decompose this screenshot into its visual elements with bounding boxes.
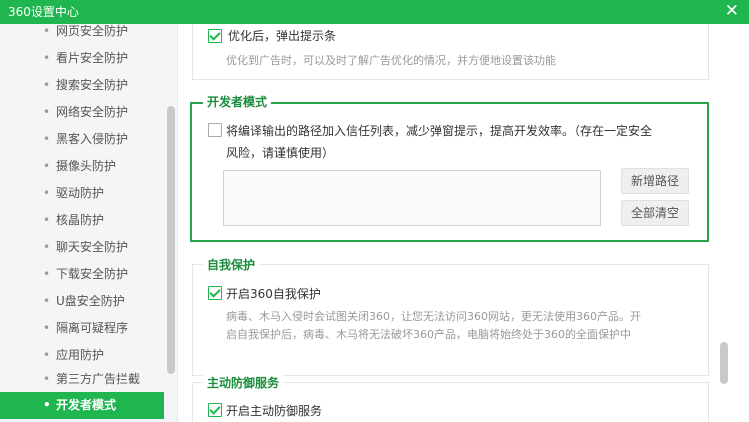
- sidebar-item-network-protection[interactable]: • 网络安全防护: [0, 99, 164, 126]
- sidebar: • 网页安全防护 • 看片安全防护 • 搜索安全防护 • 网络安全防护 • 黑客入侵防护 …: [0, 24, 178, 422]
- add-path-button[interactable]: 新增路径: [621, 168, 689, 194]
- sidebar-item-label: U盘安全防护: [56, 294, 125, 308]
- self-protect-checkbox[interactable]: [208, 286, 222, 300]
- sidebar-item-label: 网络安全防护: [56, 105, 129, 119]
- trusted-path-list[interactable]: [223, 170, 601, 226]
- trust-compile-path-label-cont: 风险，请谨慎使用）: [226, 146, 335, 160]
- bullet-icon: •: [43, 294, 51, 308]
- sidebar-item-label: 聊天安全防护: [56, 240, 129, 254]
- bullet-icon: •: [43, 372, 51, 386]
- sidebar-item-search-protection[interactable]: • 搜索安全防护: [0, 72, 164, 99]
- sidebar-item-label: 下载安全防护: [56, 267, 129, 281]
- self-protect-title: 自我保护: [203, 257, 260, 273]
- ad-prompt-label: 优化后，弹出提示条: [228, 29, 337, 43]
- active-defense-title: 主动防御服务: [203, 375, 284, 391]
- sidebar-item-developer-mode[interactable]: • 开发者模式: [0, 392, 164, 419]
- close-icon[interactable]: ✕: [725, 1, 739, 21]
- sidebar-item-label: 黑客入侵防护: [56, 132, 129, 146]
- bullet-icon: •: [43, 186, 51, 200]
- sidebar-item-hacker-protection[interactable]: • 黑客入侵防护: [0, 126, 164, 153]
- active-defense-checkbox[interactable]: [208, 403, 222, 417]
- developer-mode-title: 开发者模式: [203, 94, 272, 110]
- sidebar-scrollbar[interactable]: [167, 106, 175, 374]
- bullet-icon: •: [43, 348, 51, 362]
- sidebar-item-usb-protection[interactable]: • U盘安全防护: [0, 288, 164, 315]
- title-bar: 360设置中心 ✕: [0, 0, 749, 24]
- sidebar-item-web-protection[interactable]: • 网页安全防护: [0, 24, 164, 45]
- clear-all-button[interactable]: 全部清空: [621, 200, 689, 226]
- sidebar-item-label: 摄像头防护: [56, 159, 117, 173]
- sidebar-item-label: 网页安全防护: [56, 24, 129, 38]
- window-title: 360设置中心: [8, 5, 79, 19]
- sidebar-item-driver-protection[interactable]: • 驱动防护: [0, 180, 164, 207]
- sidebar-item-app-protection[interactable]: • 应用防护: [0, 342, 164, 369]
- settings-content: 优化后，弹出提示条 优化到广告时，可以及时了解广告优化的情况，并方便地设置该功能…: [179, 24, 749, 422]
- bullet-icon: •: [43, 51, 51, 65]
- sidebar-item-camera-protection[interactable]: • 摄像头防护: [0, 153, 164, 180]
- sidebar-item-label: 开发者模式: [56, 398, 117, 412]
- sidebar-item-ad-blocking[interactable]: • 第三方广告拦截: [0, 366, 164, 393]
- bullet-icon: •: [43, 105, 51, 119]
- active-defense-label: 开启主动防御服务: [226, 404, 323, 418]
- sidebar-item-core-crystal[interactable]: • 核晶防护: [0, 207, 164, 234]
- bullet-icon: •: [43, 267, 51, 281]
- sidebar-item-chat-protection[interactable]: • 聊天安全防护: [0, 234, 164, 261]
- sidebar-item-label: 搜索安全防护: [56, 78, 129, 92]
- sidebar-item-label: 第三方广告拦截: [56, 372, 141, 386]
- bullet-icon: •: [43, 159, 51, 173]
- ad-prompt-description: 优化到广告时，可以及时了解广告优化的情况，并方便地设置该功能: [226, 54, 556, 67]
- bullet-icon: •: [43, 240, 51, 254]
- sidebar-item-label: 应用防护: [56, 348, 105, 362]
- ad-prompt-checkbox[interactable]: [208, 29, 222, 43]
- sidebar-item-label: 核晶防护: [56, 213, 105, 227]
- bullet-icon: •: [43, 398, 51, 412]
- bullet-icon: •: [43, 321, 51, 335]
- self-protect-description: 病毒、木马入侵时会试图关闭360，让您无法访问360网站，更无法使用360产品。…: [226, 310, 641, 323]
- bullet-icon: •: [43, 78, 51, 92]
- bullet-icon: •: [43, 132, 51, 146]
- trust-compile-path-checkbox[interactable]: [208, 123, 222, 137]
- sidebar-item-label: 看片安全防护: [56, 51, 129, 65]
- self-protect-label: 开启360自我保护: [226, 287, 321, 301]
- bullet-icon: •: [43, 213, 51, 227]
- sidebar-item-label: 隔离可疑程序: [56, 321, 129, 335]
- sidebar-item-quarantine[interactable]: • 隔离可疑程序: [0, 315, 164, 342]
- sidebar-item-label: 驱动防护: [56, 186, 105, 200]
- sidebar-item-download-protection[interactable]: • 下载安全防护: [0, 261, 164, 288]
- trust-compile-path-label: 将编译输出的路径加入信任列表，减少弹窗提示，提高开发效率。（存在一定安全: [226, 124, 653, 138]
- self-protect-description-cont: 启自我保护后，病毒、木马将无法破坏360产品，电脑将始终处于360的全面保护中: [226, 328, 631, 341]
- content-scrollbar[interactable]: [720, 342, 728, 384]
- bullet-icon: •: [43, 24, 51, 38]
- sidebar-item-video-protection[interactable]: • 看片安全防护: [0, 45, 164, 72]
